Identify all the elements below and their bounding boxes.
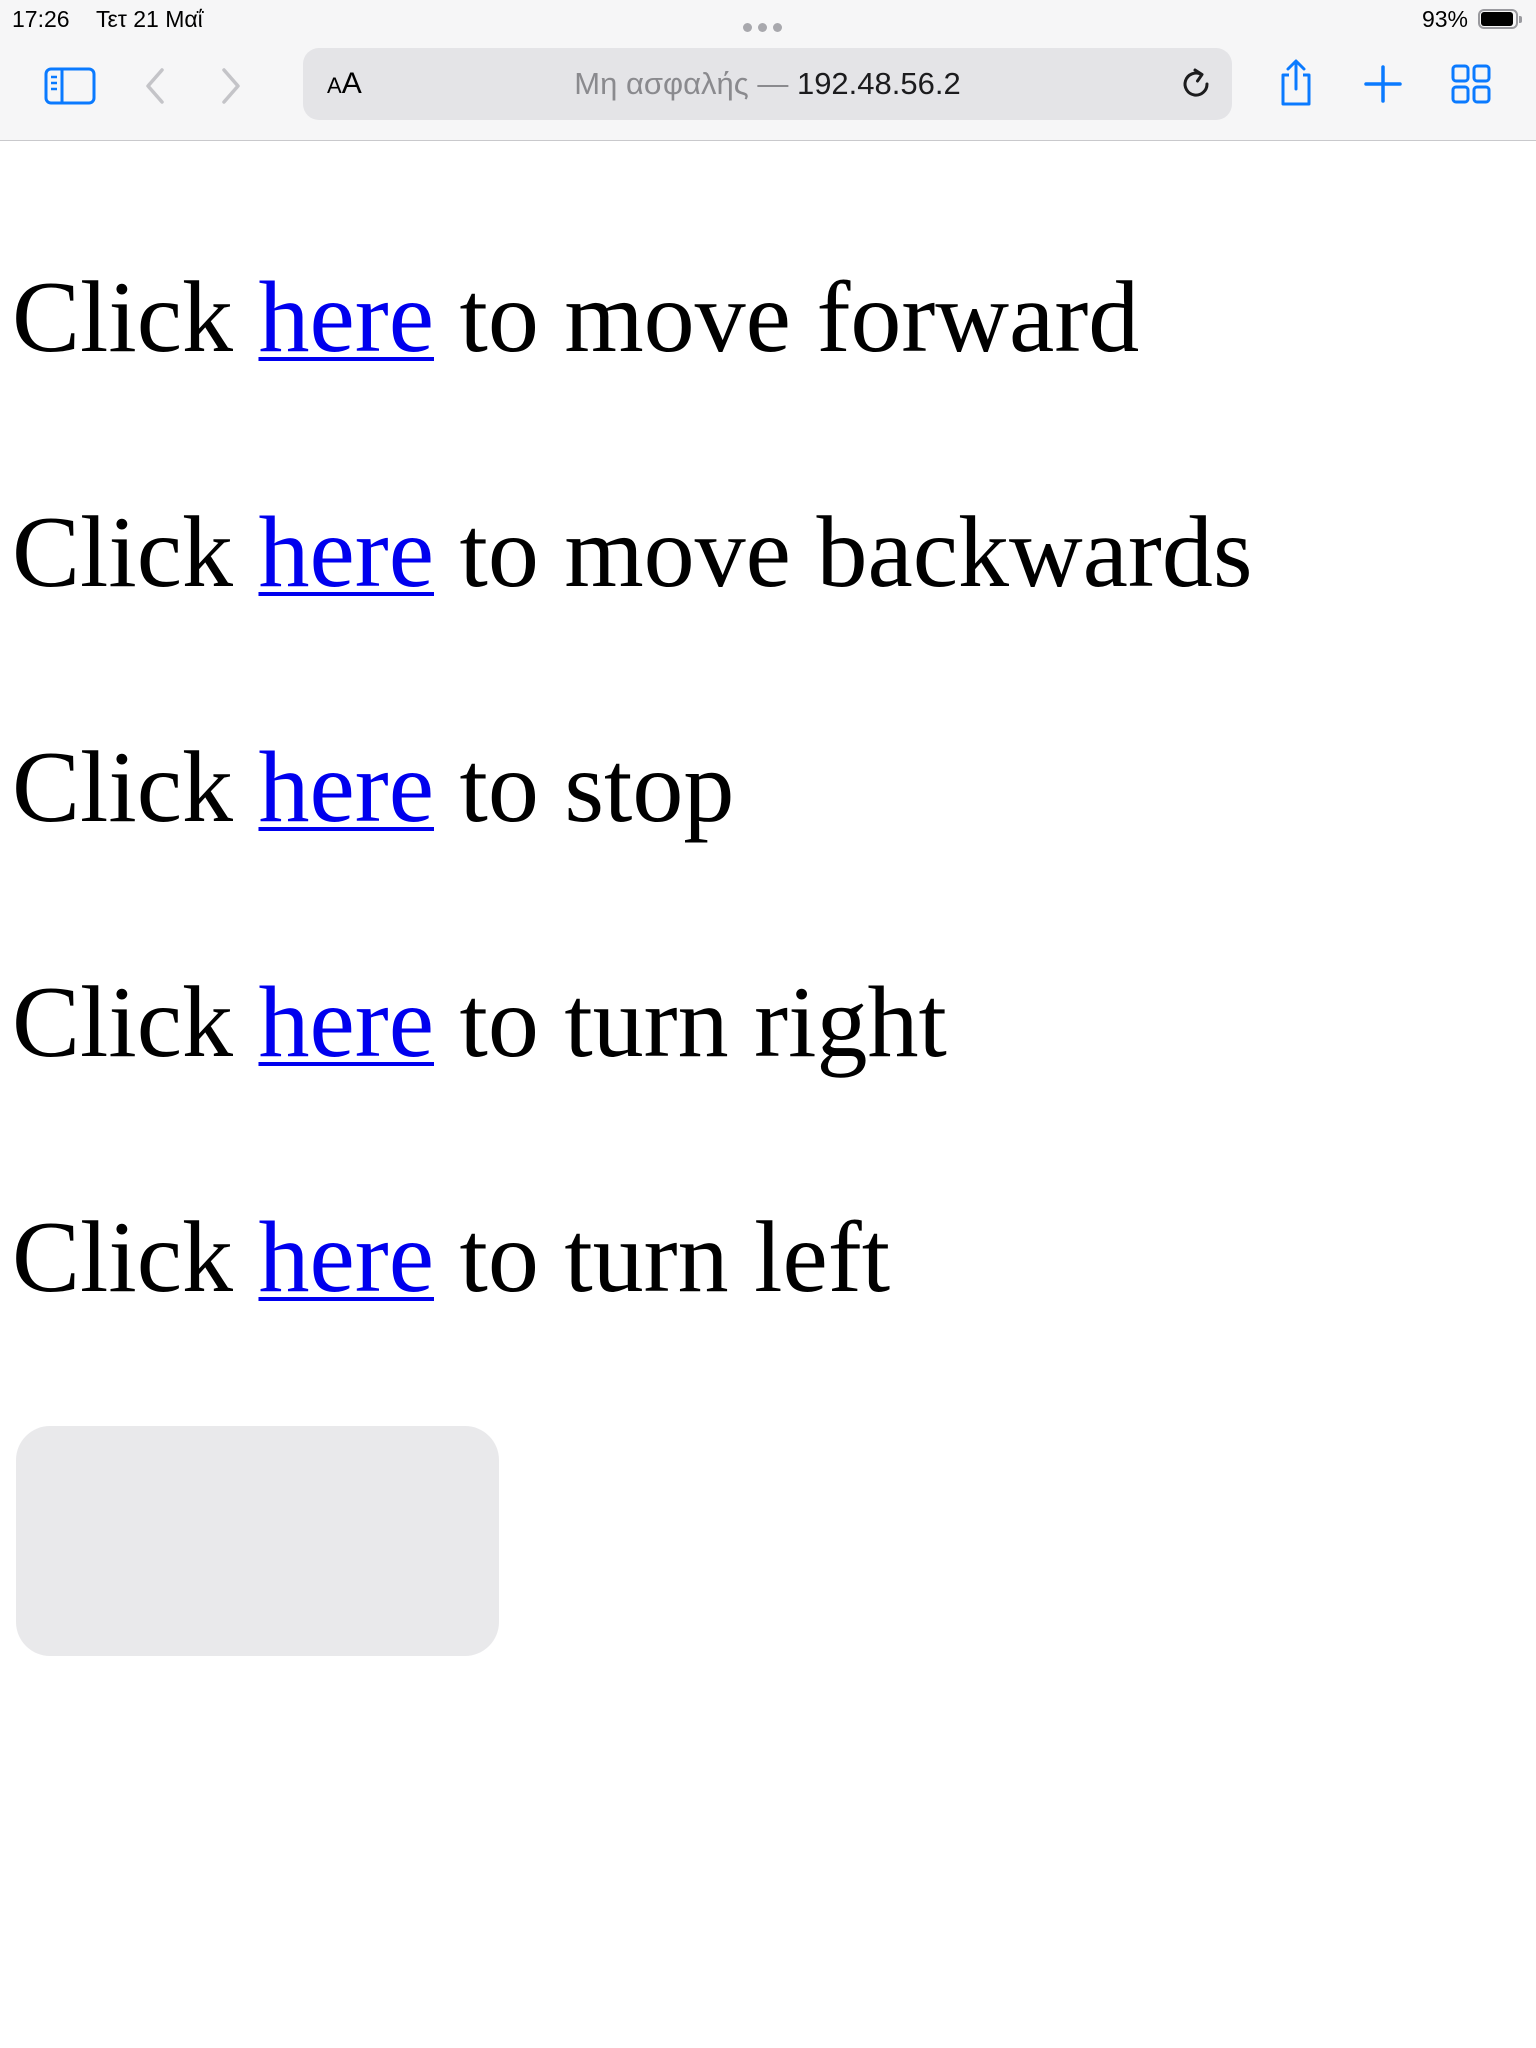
security-label: Μη ασφαλής [574, 66, 749, 101]
control-line-backwards: Click here to move backwards [12, 493, 1253, 613]
move-backwards-link[interactable]: here [258, 496, 434, 609]
move-forward-link[interactable]: here [258, 261, 434, 374]
line-suffix: to turn left [434, 1201, 891, 1314]
status-time: 17:26 [12, 6, 70, 32]
line-suffix: to turn right [434, 966, 947, 1079]
line-prefix: Click [12, 1201, 259, 1314]
line-prefix: Click [12, 496, 259, 609]
multitasking-dots-icon[interactable] [743, 19, 791, 32]
status-date: Τετ 21 Μαΐ [96, 6, 203, 32]
control-line-forward: Click here to move forward [12, 258, 1139, 378]
address-separator: — [757, 66, 789, 101]
chevron-left-icon[interactable] [140, 64, 170, 108]
share-icon[interactable] [1276, 58, 1316, 108]
line-suffix: to move backwards [434, 496, 1253, 609]
stop-link[interactable]: here [258, 731, 434, 844]
line-prefix: Click [12, 731, 259, 844]
turn-left-link[interactable]: here [258, 1201, 434, 1314]
address-host: 192.48.56.2 [796, 66, 961, 101]
address-text[interactable]: Μη ασφαλής — 192.48.56.2 [303, 66, 1232, 102]
tabs-grid-icon[interactable] [1451, 64, 1491, 104]
battery-icon [1478, 9, 1522, 31]
reload-icon[interactable] [1178, 66, 1214, 102]
line-suffix: to stop [434, 731, 735, 844]
control-line-stop: Click here to stop [12, 728, 734, 848]
status-bar: 17:26 Τετ 21 Μαΐ 93% [0, 0, 1536, 40]
line-prefix: Click [12, 966, 259, 1079]
line-prefix: Click [12, 261, 259, 374]
address-bar[interactable]: AA Μη ασφαλής — 192.48.56.2 [303, 48, 1232, 120]
control-line-turn-right: Click here to turn right [12, 963, 947, 1083]
chevron-right-icon[interactable] [216, 64, 246, 108]
plus-icon[interactable] [1364, 65, 1402, 103]
control-line-turn-left: Click here to turn left [12, 1198, 890, 1318]
turn-right-link[interactable]: here [258, 966, 434, 1079]
battery-percent: 93% [1421, 6, 1468, 32]
blank-button[interactable] [16, 1426, 499, 1656]
line-suffix: to move forward [434, 261, 1140, 374]
browser-toolbar: AA Μη ασφαλής — 192.48.56.2 [0, 40, 1536, 141]
sidebar-icon[interactable] [44, 65, 96, 107]
